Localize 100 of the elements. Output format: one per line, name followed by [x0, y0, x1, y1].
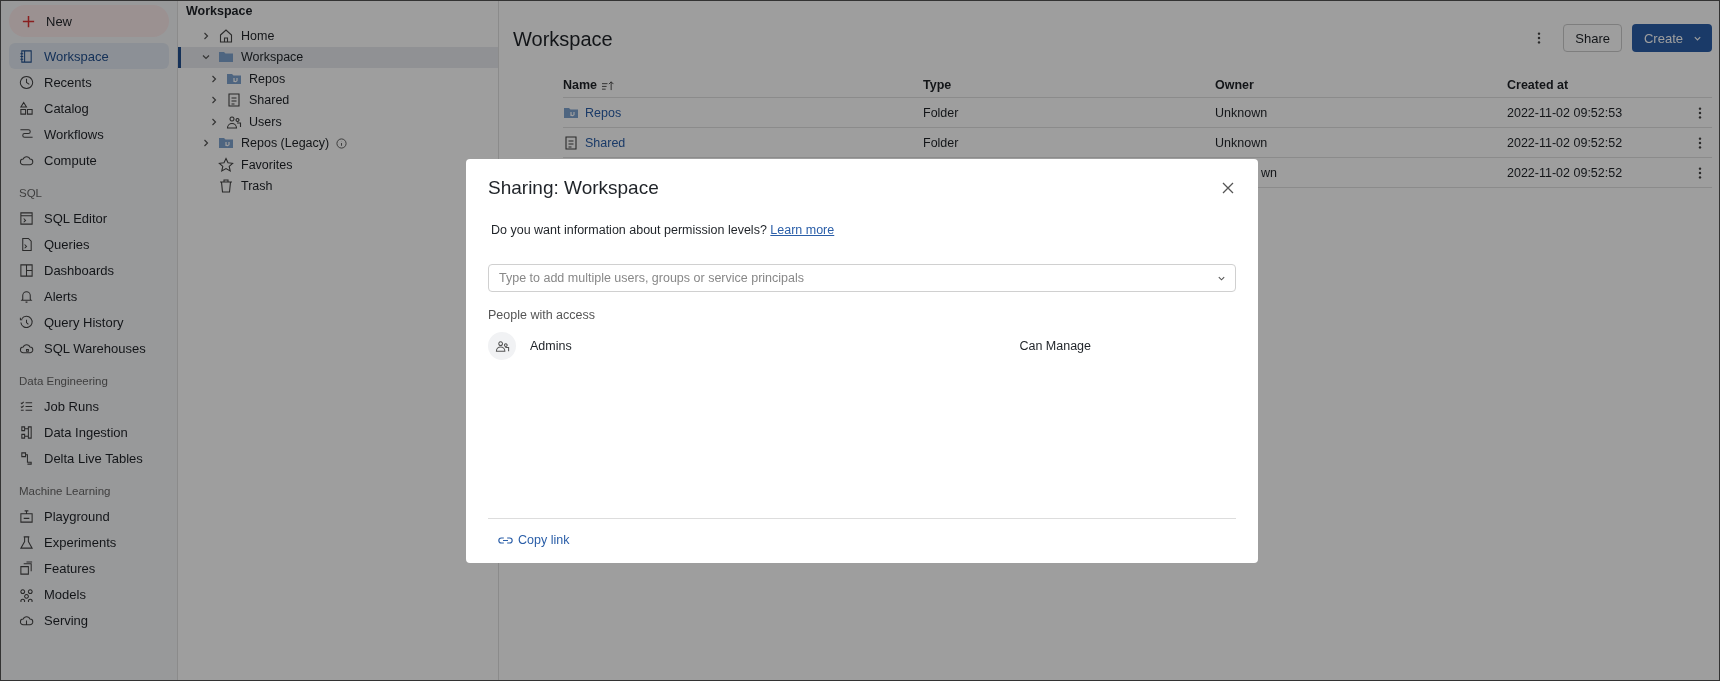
- search-field[interactable]: Type to add multiple users, groups or service principals: [488, 264, 1236, 292]
- nav-icon: [19, 586, 34, 602]
- new-button[interactable]: New: [9, 5, 169, 37]
- nav-icon: [19, 534, 34, 550]
- nav-item[interactable]: Workspace: [9, 43, 169, 69]
- plus-icon: [21, 13, 36, 29]
- star-icon: [218, 156, 234, 173]
- nav-icon: [19, 48, 34, 64]
- more-icon[interactable]: [1537, 31, 1542, 45]
- close-icon[interactable]: [1222, 182, 1234, 194]
- section-heading: Data Engineering: [18, 374, 109, 389]
- nav-icon: [19, 314, 34, 330]
- table-cell-text: 2022-11-02 09:52:52: [1507, 135, 1624, 150]
- nav-item[interactable]: Delta Live Tables: [9, 445, 169, 471]
- trash-icon: [218, 178, 234, 195]
- users-icon: [226, 113, 242, 130]
- chevron-right-icon[interactable]: [209, 73, 219, 84]
- nav-icon: [19, 236, 34, 252]
- permission-level: Can Manage: [1019, 339, 1091, 353]
- nav-item[interactable]: Recents: [9, 69, 169, 95]
- tree-item[interactable]: Repos (Legacy): [178, 132, 356, 154]
- nav-icon: [19, 508, 34, 524]
- group-avatar: [488, 332, 516, 360]
- document-icon: [563, 134, 579, 151]
- nav-item[interactable]: Features: [9, 555, 169, 581]
- document-icon: [226, 92, 242, 109]
- item-link[interactable]: Repos: [585, 105, 622, 120]
- item-link[interactable]: Shared: [585, 135, 626, 150]
- nav-item[interactable]: Catalog: [9, 95, 169, 121]
- column-header[interactable]: Created at: [1507, 78, 1688, 92]
- nav-item[interactable]: Queries: [9, 231, 169, 257]
- tree-label: Trash: [241, 179, 273, 194]
- tree-item[interactable]: Users: [178, 111, 290, 133]
- nav-item[interactable]: Alerts: [9, 283, 169, 309]
- table-cell-text: Folder: [923, 135, 960, 150]
- tree-label: Shared: [249, 93, 290, 108]
- nav-item[interactable]: Dashboards: [9, 257, 169, 283]
- info-text: Do you want information about permission levels? Learn more: [491, 223, 835, 237]
- nav-icon: [19, 560, 34, 576]
- tree-item[interactable]: Home: [178, 25, 283, 47]
- nav-icon: [19, 288, 34, 304]
- nav-item[interactable]: Compute: [9, 147, 169, 173]
- panel-title: Workspace: [185, 4, 254, 20]
- nav-icon: [19, 100, 34, 116]
- learn-more-link[interactable]: Learn more: [770, 223, 835, 237]
- sort-icon: [601, 79, 615, 91]
- tree-item[interactable]: Workspace: [178, 46, 498, 68]
- home-icon: [218, 27, 234, 44]
- nav-item[interactable]: Data Ingestion: [9, 419, 169, 445]
- table-cell-text: Folder: [923, 105, 960, 120]
- nav-item[interactable]: Workflows: [9, 121, 169, 147]
- chevron-right-icon[interactable]: [209, 116, 219, 127]
- table-cell-text: Unknown: [1215, 135, 1269, 150]
- table-cell-text: 2022-11-02 09:52:52: [1507, 165, 1624, 180]
- create-button[interactable]: Create: [1631, 24, 1712, 52]
- nav-icon: [19, 450, 34, 466]
- column-header[interactable]: Owner: [1215, 78, 1507, 92]
- tree-label: Home: [241, 28, 275, 43]
- info-icon[interactable]: [336, 137, 348, 149]
- nav-icon: [19, 210, 34, 226]
- column-header[interactable]: Name: [563, 78, 923, 92]
- chevron-right-icon[interactable]: [201, 138, 211, 149]
- tree-label: Repos: [249, 71, 286, 86]
- tree-item[interactable]: Shared: [178, 89, 298, 111]
- copy-link-button[interactable]: Copy link: [488, 531, 580, 549]
- section-heading: SQL: [18, 186, 43, 201]
- table-cell-text: wn: [1260, 165, 1277, 180]
- nav-item[interactable]: Serving: [9, 607, 169, 633]
- section-heading: Machine Learning: [18, 484, 112, 499]
- tree-item[interactable]: Repos: [178, 68, 294, 90]
- nav-item[interactable]: Playground: [9, 503, 169, 529]
- nav-item[interactable]: Job Runs: [9, 393, 169, 419]
- tree-label: Users: [249, 114, 282, 129]
- nav-item[interactable]: SQL Editor: [9, 205, 169, 231]
- more-icon[interactable]: [1698, 105, 1702, 120]
- more-icon[interactable]: [1698, 135, 1702, 150]
- nav-icon: [19, 424, 34, 440]
- nav-icon: [19, 74, 34, 90]
- section-heading: People with access: [488, 308, 595, 322]
- nav-item[interactable]: SQL Warehouses: [9, 335, 169, 361]
- link-icon: [498, 535, 513, 545]
- nav-icon: [19, 262, 34, 278]
- nav-item[interactable]: Query History: [9, 309, 169, 335]
- tree-label: Workspace: [241, 50, 304, 65]
- tree-item[interactable]: Trash: [178, 175, 281, 197]
- person-name: Admins: [530, 339, 572, 353]
- more-icon[interactable]: [1698, 165, 1702, 180]
- tree-label: Repos (Legacy): [241, 136, 330, 151]
- chevron-right-icon[interactable]: [209, 95, 219, 106]
- nav-item[interactable]: Experiments: [9, 529, 169, 555]
- tree-item[interactable]: Favorites: [178, 154, 301, 176]
- share-button[interactable]: Share: [1563, 24, 1622, 52]
- column-header[interactable]: Type: [923, 78, 1215, 92]
- chevron-right-icon[interactable]: [201, 30, 211, 41]
- nav-item[interactable]: Models: [9, 581, 169, 607]
- tree-label: Favorites: [241, 157, 293, 172]
- dialog-title: Sharing: Workspace: [488, 177, 659, 199]
- table-cell-text: Unknown: [1215, 105, 1269, 120]
- table-cell-text: 2022-11-02 09:52:53: [1507, 105, 1624, 120]
- page-title: Workspace: [513, 26, 613, 51]
